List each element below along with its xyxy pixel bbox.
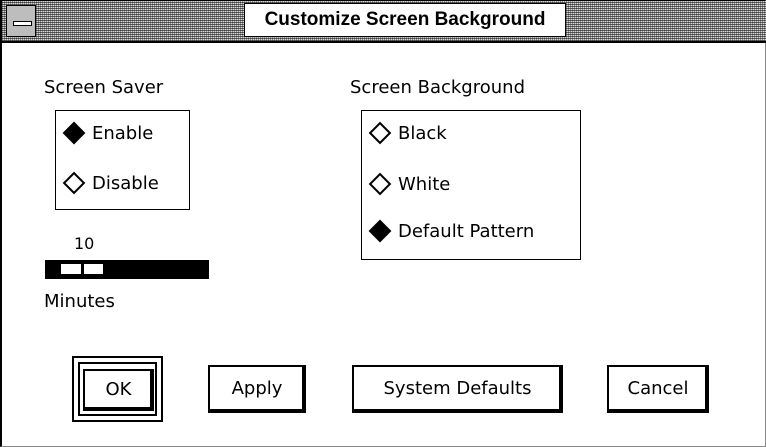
diamond-empty-icon: [62, 171, 86, 195]
system-defaults-button[interactable]: System Defaults: [352, 365, 563, 413]
diamond-filled-icon: [368, 219, 392, 243]
window-title: Customize Screen Background: [244, 3, 566, 37]
radio-black[interactable]: Black: [366, 121, 447, 145]
radio-enable-label: Enable: [92, 122, 154, 144]
dialog-window: Customize Screen Background Screen Saver…: [0, 0, 766, 447]
cancel-button[interactable]: Cancel: [607, 365, 709, 413]
diamond-filled-icon: [62, 121, 86, 145]
slider-thumb[interactable]: [60, 263, 104, 275]
radio-disable[interactable]: Disable: [60, 171, 159, 195]
screen-saver-heading: Screen Saver: [44, 77, 164, 98]
window-menu-button[interactable]: [6, 5, 36, 37]
radio-default-pattern[interactable]: Default Pattern: [366, 219, 534, 243]
title-bar[interactable]: Customize Screen Background: [2, 1, 766, 43]
timeout-value: 10: [74, 234, 95, 253]
radio-black-label: Black: [398, 122, 447, 144]
ok-button[interactable]: OK: [83, 369, 154, 411]
diamond-empty-icon: [368, 121, 392, 145]
window-menu-icon: [13, 21, 32, 26]
radio-disable-label: Disable: [92, 172, 159, 194]
screen-background-heading: Screen Background: [350, 77, 525, 98]
radio-white-label: White: [398, 173, 451, 195]
radio-enable[interactable]: Enable: [60, 121, 153, 145]
radio-default-pattern-label: Default Pattern: [398, 220, 535, 242]
apply-button[interactable]: Apply: [208, 365, 306, 413]
timeout-unit-label: Minutes: [44, 291, 115, 312]
slider-thumb-grip: [81, 264, 84, 274]
diamond-empty-icon: [368, 172, 392, 196]
radio-white[interactable]: White: [366, 172, 450, 196]
